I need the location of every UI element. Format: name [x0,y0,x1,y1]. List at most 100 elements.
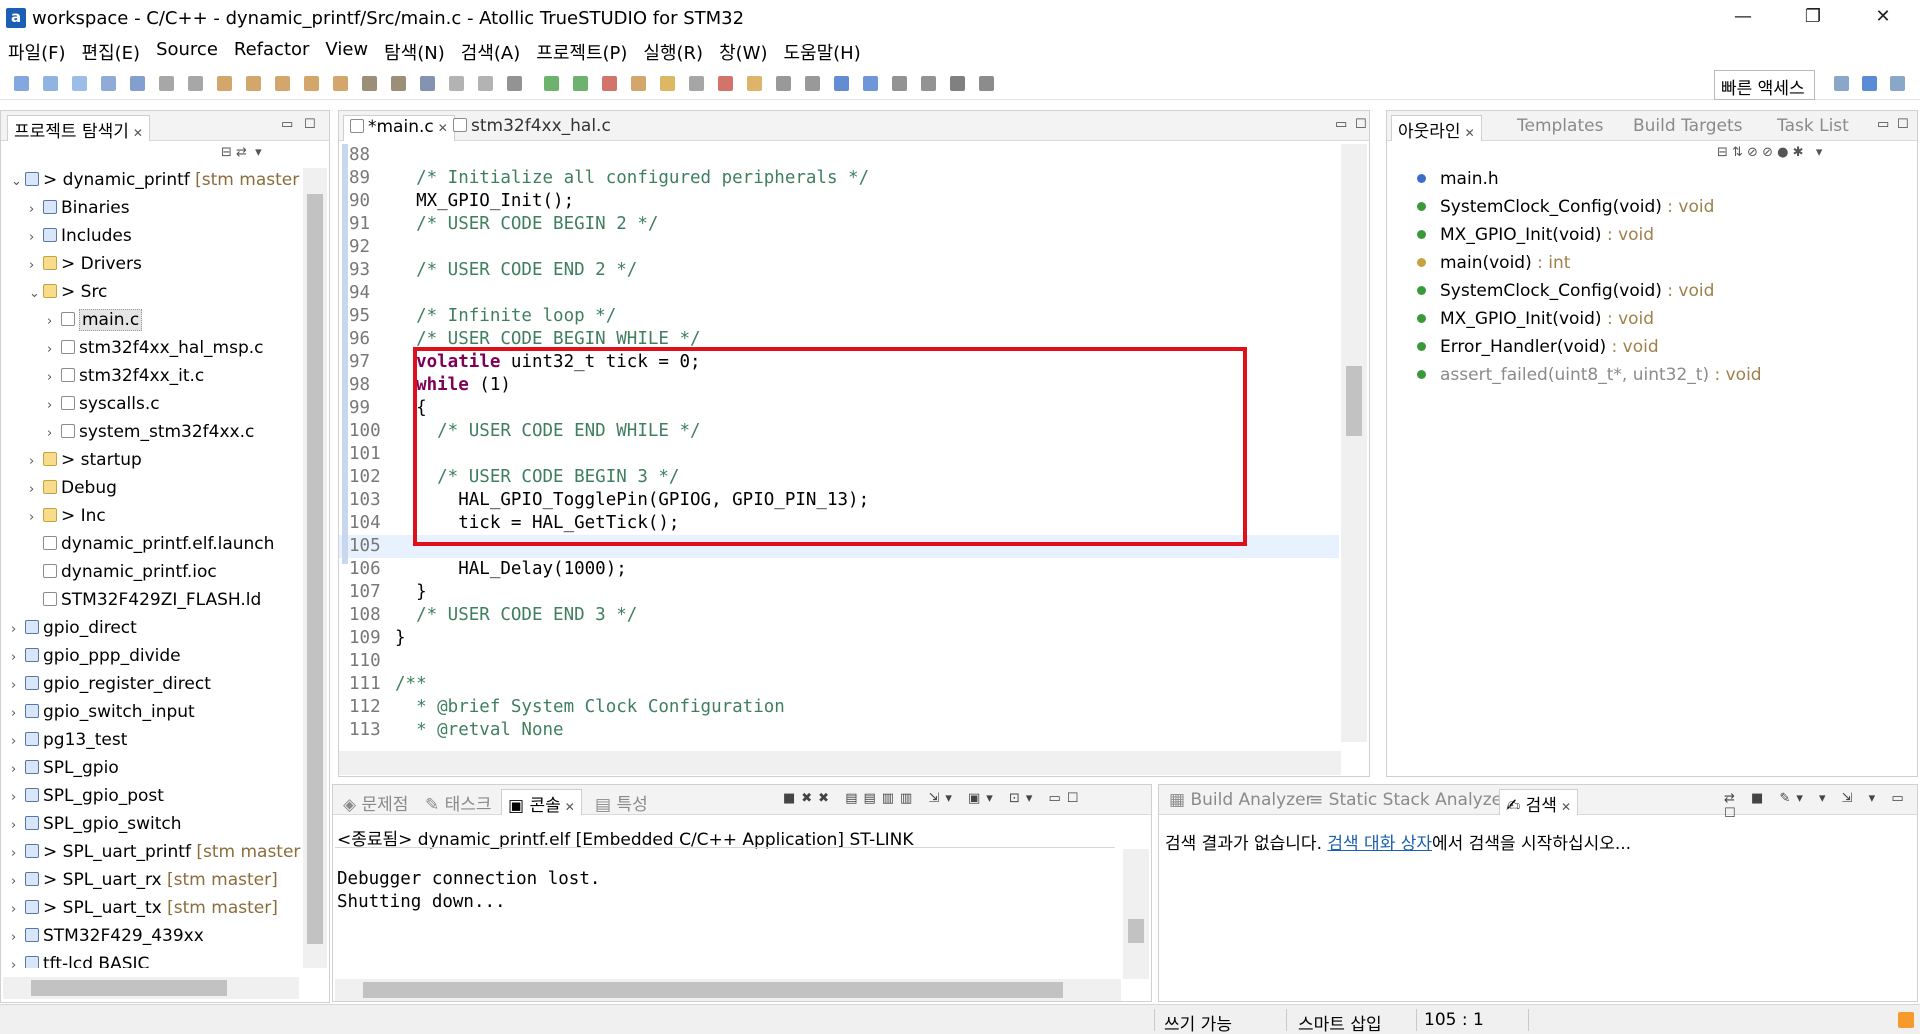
toolbar-button-icon[interactable] [449,76,464,91]
tree-item[interactable]: › tft-lcd BASIC [11,952,149,968]
tree-item[interactable]: › SPL_gpio_switch [11,812,182,836]
toolbar-button-icon[interactable] [863,76,878,91]
quick-access-field[interactable]: 빠른 액세스 [1714,70,1815,100]
collapse-icon[interactable]: › [11,758,25,782]
collapse-icon[interactable]: › [47,366,61,390]
toolbar-button-icon[interactable] [217,76,232,91]
outline-item[interactable]: MX_GPIO_Init(void) : void [1417,309,1654,333]
editor-horizontal-scrollbar[interactable] [339,751,1341,775]
toolbar-button-icon[interactable] [776,76,791,91]
tree-item[interactable]: › stm32f4xx_hal_msp.c [47,336,264,360]
close-button[interactable]: ✕ [1860,4,1906,32]
explorer-horizontal-scrollbar[interactable] [3,977,299,999]
outline-item[interactable]: main(void) : int [1417,253,1570,277]
code-line[interactable]: 108 /* USER CODE END 3 */ [339,604,1339,627]
outline-item[interactable]: assert_failed(uint8_t*, uint32_t) : void [1417,365,1762,389]
toolbar-button-icon[interactable] [333,76,348,91]
collapse-icon[interactable]: › [29,506,43,530]
menu-item[interactable]: View [317,36,376,66]
tree-item[interactable]: › Binaries [29,196,130,220]
search-dialog-link[interactable]: 검색 대화 상자 [1327,834,1432,854]
tree-item[interactable]: dynamic_printf.ioc [29,560,217,584]
tree-item[interactable]: › STM32F429_439xx [11,924,204,948]
code-line[interactable]: 111 /** [339,673,1339,696]
search-toolbar[interactable]: ⇄ ■ ✎▾ ▾ ⇲ ▾ ▭ ☐ [1724,791,1917,821]
tree-item[interactable]: ⌄ > dynamic_printf [stm master] [11,168,301,192]
tree-item[interactable]: › Includes [29,224,132,248]
maximize-view-icon[interactable]: ☐ [304,117,316,132]
collapse-icon[interactable]: › [47,422,61,446]
menu-item[interactable]: 창(W) [711,36,775,66]
explorer-scroll-thumb[interactable] [307,194,323,944]
tree-item[interactable]: › Debug [29,476,117,500]
menu-item[interactable]: 검색(A) [453,36,528,66]
editor-scroll-thumb[interactable] [1346,366,1362,436]
menu-item[interactable]: Source [148,36,226,66]
tab-templates[interactable]: Templates [1511,115,1609,141]
menu-item[interactable]: 파일(F) [0,36,74,66]
tree-item[interactable]: › gpio_ppp_divide [11,644,181,668]
toolbar-button-icon[interactable] [420,76,435,91]
tree-item[interactable]: › SPL_gpio [11,756,119,780]
collapse-icon[interactable]: › [11,618,25,642]
toolbar-button-icon[interactable] [362,76,377,91]
collapse-icon[interactable]: › [29,226,43,250]
collapse-icon[interactable]: › [11,702,25,726]
code-line[interactable]: 89 /* Initialize all configured peripher… [339,167,1339,190]
code-line[interactable]: 92 [339,236,1339,259]
collapse-icon[interactable]: › [11,926,25,950]
outline-item[interactable]: main.h [1417,169,1499,193]
console-toolbar[interactable]: ■✖✖ ▤▤▥▥ ⇲▾ ▣▾ ⊡▾ ▭☐ [783,791,1084,806]
code-line[interactable]: 95 /* Infinite loop */ [339,305,1339,328]
tab-stm32f4xx-hal-c[interactable]: stm32f4xx_hal.c [447,115,617,141]
tree-item[interactable]: › gpio_register_direct [11,672,211,696]
expand-icon[interactable]: ⌄ [29,282,43,306]
tree-item[interactable]: › system_stm32f4xx.c [47,420,254,444]
close-icon[interactable]: ✕ [565,800,575,814]
menu-item[interactable]: 프로젝트(P) [528,36,635,66]
toolbar-button-icon[interactable] [159,76,174,91]
minimize-view-icon[interactable]: ▭ [1335,117,1347,132]
close-icon[interactable]: ✕ [133,126,143,140]
menu-item[interactable]: Refactor [226,36,318,66]
collapse-icon[interactable]: › [47,310,61,334]
tab-properties[interactable]: ▤ 특성 [589,789,654,815]
close-icon[interactable]: ✕ [1561,800,1571,814]
toolbar-button-icon[interactable] [573,76,588,91]
collapse-icon[interactable]: › [29,450,43,474]
toolbar-button-icon[interactable] [275,76,290,91]
tree-item[interactable]: › gpio_direct [11,616,137,640]
toolbar-button-icon[interactable] [631,76,646,91]
toolbar-button-icon[interactable] [43,76,58,91]
tree-item[interactable]: › pg13_test [11,728,127,752]
toolbar-button-icon[interactable] [660,76,675,91]
perspective-cc-icon[interactable] [1834,76,1849,91]
menu-item[interactable]: 실행(R) [635,36,711,66]
toolbar-button-icon[interactable] [246,76,261,91]
tab-project-explorer[interactable]: 프로젝트 탐색기 ✕ [7,115,150,142]
menu-item[interactable]: 탐색(N) [376,36,453,66]
code-line[interactable]: 90 MX_GPIO_Init(); [339,190,1339,213]
tree-item[interactable]: › main.c [47,308,143,334]
perspective-debug-icon[interactable] [1862,76,1877,91]
minimize-view-icon[interactable]: ▭ [281,117,293,132]
code-line[interactable]: 88 [339,144,1339,167]
tree-item[interactable]: › > SPL_uart_tx [stm master] [11,896,278,920]
collapse-icon[interactable]: › [29,478,43,502]
console-vertical-scrollbar[interactable] [1123,849,1149,979]
code-line[interactable]: 113 * @retval None [339,719,1339,742]
code-line[interactable]: 94 [339,282,1339,305]
collapse-icon[interactable]: › [47,394,61,418]
code-line[interactable]: 106 HAL_Delay(1000); [339,558,1339,581]
editor-vertical-scrollbar[interactable] [1341,144,1367,742]
tab-console[interactable]: ▣ 콘솔 ✕ [501,789,582,816]
explorer-hscroll-thumb[interactable] [31,980,227,996]
collapse-icon[interactable]: › [29,254,43,278]
console-scroll-thumb[interactable] [1128,919,1144,943]
toolbar-button-icon[interactable] [689,76,704,91]
toolbar-button-icon[interactable] [478,76,493,91]
explorer-vertical-scrollbar[interactable] [303,168,327,968]
tree-item[interactable]: › > startup [29,448,142,472]
close-icon[interactable]: ✕ [1465,126,1475,140]
tree-item[interactable]: › syscalls.c [47,392,160,416]
